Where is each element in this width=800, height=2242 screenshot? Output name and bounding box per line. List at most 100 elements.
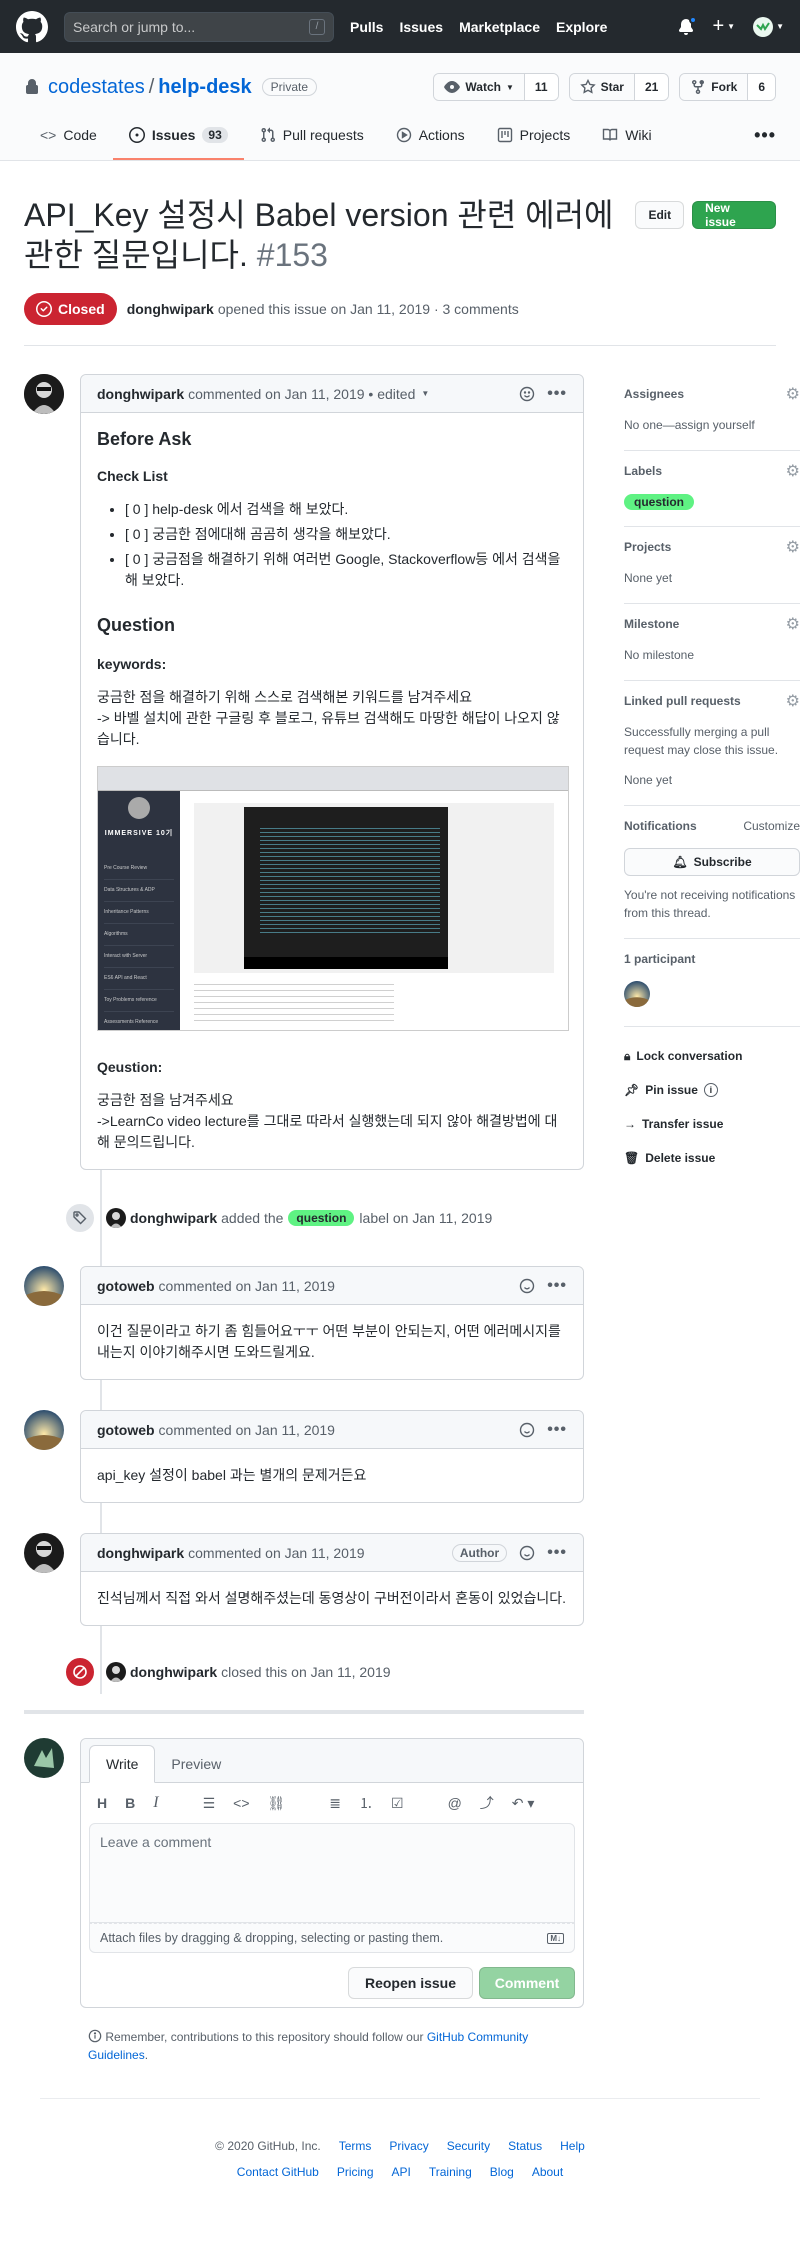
participant-avatar[interactable] xyxy=(624,981,650,1007)
footer-link-privacy[interactable]: Privacy xyxy=(389,2139,428,2153)
comment-author[interactable]: gotoweb xyxy=(97,1422,155,1438)
unordered-list-icon[interactable]: ≣ xyxy=(329,1795,341,1812)
kebab-icon[interactable]: ••• xyxy=(547,385,567,403)
comment-meta[interactable]: commented on Jan 11, 2019 xyxy=(159,1278,335,1294)
user-menu[interactable]: ▼ xyxy=(753,16,784,37)
markdown-icon[interactable]: M↓ xyxy=(547,1932,564,1944)
footer-link-training[interactable]: Training xyxy=(429,2165,472,2179)
transfer-issue-button[interactable]: → Transfer issue xyxy=(624,1107,800,1141)
watch-count[interactable]: 11 xyxy=(524,74,558,100)
github-logo-icon[interactable] xyxy=(16,10,48,43)
avatar[interactable] xyxy=(24,1410,64,1450)
subscribe-button[interactable]: 🔔︎ Subscribe xyxy=(624,848,800,876)
star-count[interactable]: 21 xyxy=(634,74,669,100)
event-author[interactable]: donghwipark xyxy=(130,1664,217,1680)
task-list-icon[interactable]: ☑ xyxy=(391,1795,404,1812)
info-icon[interactable]: i xyxy=(703,1083,718,1097)
sidebar-section-header[interactable]: Projects ⚙ xyxy=(624,537,800,557)
gear-icon[interactable]: ⚙ xyxy=(786,537,800,557)
watch-button[interactable]: Watch ▼ xyxy=(434,74,525,100)
repo-owner-link[interactable]: codestates xyxy=(48,76,145,99)
notifications-bell-icon[interactable] xyxy=(678,15,698,35)
kebab-icon[interactable]: ••• xyxy=(547,1544,567,1562)
more-tabs-icon[interactable]: ••• xyxy=(754,125,776,160)
avatar[interactable] xyxy=(24,1738,64,1778)
customize-link[interactable]: Customize xyxy=(743,819,800,833)
mention-icon[interactable]: @ xyxy=(448,1795,462,1811)
mini-avatar[interactable] xyxy=(106,1662,126,1682)
kebab-icon[interactable]: ••• xyxy=(547,1421,567,1439)
footer-link-contact[interactable]: Contact GitHub xyxy=(237,2165,319,2179)
issue-author-link[interactable]: donghwipark xyxy=(127,301,214,317)
tab-preview[interactable]: Preview xyxy=(155,1746,237,1782)
comment-button[interactable]: Comment xyxy=(479,1967,575,1999)
smiley-icon[interactable] xyxy=(519,1278,535,1294)
comment-textarea[interactable]: Leave a comment xyxy=(89,1823,575,1923)
caret-down-icon[interactable]: ▼ xyxy=(421,389,429,398)
reopen-issue-button[interactable]: Reopen issue xyxy=(347,1967,473,1999)
tab-pull-requests[interactable]: Pull requests xyxy=(244,125,380,160)
gear-icon[interactable]: ⚙ xyxy=(786,614,800,634)
footer-link-about[interactable]: About xyxy=(532,2165,563,2179)
fork-count[interactable]: 6 xyxy=(748,74,775,100)
nav-marketplace[interactable]: Marketplace xyxy=(459,19,540,35)
footer-link-security[interactable]: Security xyxy=(447,2139,490,2153)
tab-issues[interactable]: Issues 93 xyxy=(112,125,244,160)
kebab-icon[interactable]: ••• xyxy=(547,1277,567,1295)
nav-issues[interactable]: Issues xyxy=(399,19,443,35)
label-question[interactable]: question xyxy=(288,1210,355,1226)
tab-write[interactable]: Write xyxy=(89,1745,156,1783)
tab-actions[interactable]: Actions xyxy=(380,125,481,160)
event-text[interactable]: closed this on Jan 11, 2019 xyxy=(221,1664,390,1680)
pin-issue-button[interactable]: 📌︎ Pin issue i xyxy=(624,1073,800,1107)
smiley-icon[interactable] xyxy=(519,386,535,402)
create-new-menu[interactable]: + ▼ xyxy=(712,15,735,38)
italic-icon[interactable]: I xyxy=(153,1794,158,1812)
heading-icon[interactable]: H xyxy=(97,1795,107,1811)
bold-icon[interactable]: B xyxy=(125,1795,135,1811)
sidebar-section-header[interactable]: Labels ⚙ xyxy=(624,461,800,481)
footer-link-api[interactable]: API xyxy=(392,2165,411,2179)
footer-link-pricing[interactable]: Pricing xyxy=(337,2165,374,2179)
sidebar-section-header[interactable]: Milestone ⚙ xyxy=(624,614,800,634)
smiley-icon[interactable] xyxy=(519,1545,535,1561)
tab-code[interactable]: <> Code xyxy=(24,125,113,160)
comment-author[interactable]: donghwipark xyxy=(97,386,184,402)
comment-meta[interactable]: commented on Jan 11, 2019 xyxy=(159,1422,335,1438)
smiley-icon[interactable] xyxy=(519,1422,535,1438)
avatar[interactable] xyxy=(24,1533,64,1573)
gear-icon[interactable]: ⚙ xyxy=(786,384,800,404)
footer-link-blog[interactable]: Blog xyxy=(490,2165,514,2179)
sidebar-section-header[interactable]: Linked pull requests ⚙ xyxy=(624,691,800,711)
event-author[interactable]: donghwipark xyxy=(130,1210,217,1226)
tab-projects[interactable]: Projects xyxy=(481,125,587,160)
footer-link-help[interactable]: Help xyxy=(560,2139,585,2153)
embedded-screenshot[interactable]: IMMERSIVE 10기 Pre Course Review Data Str… xyxy=(97,766,569,1031)
code-icon[interactable]: <> xyxy=(233,1795,249,1811)
event-text[interactable]: label on Jan 11, 2019 xyxy=(359,1210,492,1226)
nav-pulls[interactable]: Pulls xyxy=(350,19,383,35)
nav-explore[interactable]: Explore xyxy=(556,19,607,35)
repo-name-link[interactable]: help-desk xyxy=(158,76,251,99)
lock-conversation-button[interactable]: 🔒︎ Lock conversation xyxy=(624,1039,800,1073)
comment-meta[interactable]: commented on Jan 11, 2019 xyxy=(188,1545,364,1561)
reply-icon[interactable]: ↶ ▾ xyxy=(512,1795,535,1812)
edit-title-button[interactable]: Edit xyxy=(635,201,685,229)
new-issue-button[interactable]: New issue xyxy=(692,201,776,229)
sidebar-section-header[interactable]: Assignees ⚙ xyxy=(624,384,800,404)
gear-icon[interactable]: ⚙ xyxy=(786,461,800,481)
tab-wiki[interactable]: Wiki xyxy=(586,125,667,160)
avatar[interactable] xyxy=(24,1266,64,1306)
assignees-value[interactable]: No one—assign yourself xyxy=(624,416,800,434)
star-button[interactable]: Star xyxy=(569,74,635,100)
quote-icon[interactable]: ☰ xyxy=(203,1795,216,1812)
fork-button[interactable]: Fork xyxy=(680,74,749,100)
ordered-list-icon[interactable]: ⒈ xyxy=(359,1793,373,1813)
comment-meta[interactable]: commented on Jan 11, 2019 • edited xyxy=(188,386,415,402)
gear-icon[interactable]: ⚙ xyxy=(786,691,800,711)
footer-link-terms[interactable]: Terms xyxy=(339,2139,372,2153)
footer-link-status[interactable]: Status xyxy=(508,2139,542,2153)
attach-files-bar[interactable]: Attach files by dragging & dropping, sel… xyxy=(89,1923,575,1953)
comment-author[interactable]: donghwipark xyxy=(97,1545,184,1561)
avatar[interactable] xyxy=(24,374,64,414)
